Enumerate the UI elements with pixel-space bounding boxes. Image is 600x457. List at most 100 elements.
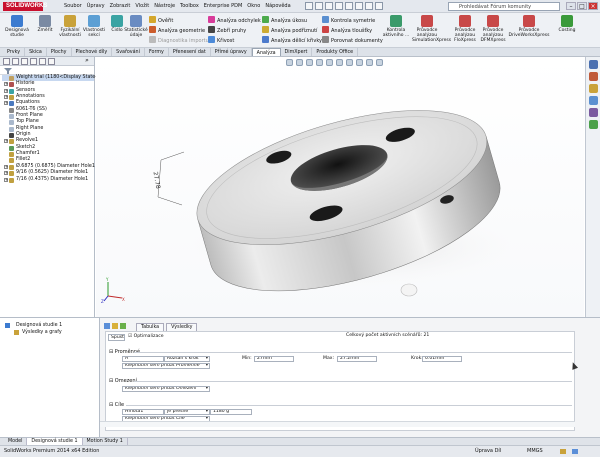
resources-icon[interactable] [588, 60, 598, 69]
menu-item[interactable]: Enterprise PDM [204, 3, 243, 9]
optimize-checkbox[interactable]: ☑ Optimalizace [128, 334, 164, 340]
expand-icon[interactable]: + [4, 82, 8, 87]
ribbon-button[interactable]: Costing [552, 15, 582, 33]
options-icon[interactable] [375, 2, 383, 10]
ribbon-small-button[interactable]: Analýza geometrie [149, 26, 205, 35]
ribbon-small-button[interactable]: Zebří pruhy [208, 26, 246, 35]
command-tab[interactable]: DimXpert [281, 48, 313, 56]
search-input[interactable]: Prohledávat Fórum komunity [448, 2, 560, 11]
ribbon-small-button[interactable]: Kontrola symetrie [322, 16, 375, 25]
command-tab[interactable]: Přímé úpravy [211, 48, 252, 56]
menu-item[interactable]: Soubor [64, 3, 82, 9]
feature-tree-item[interactable]: +7/16 (0.4375) Diameter Hole1 [2, 177, 94, 183]
expand-icon[interactable]: + [4, 101, 8, 106]
rebuild-icon[interactable] [365, 2, 373, 10]
ribbon-button[interactable]: Kontrola aktivního ... [381, 15, 411, 38]
rebuild-icon[interactable] [560, 449, 566, 454]
step-field[interactable]: 0.01mm [422, 356, 462, 362]
section-constraints[interactable]: ⊟ Omezení [109, 378, 137, 384]
undo-icon[interactable] [345, 2, 353, 10]
bottom-tab[interactable]: Motion Study 1 [83, 438, 128, 445]
command-tab[interactable]: Analýza [251, 48, 281, 56]
scene-icon[interactable] [366, 59, 373, 66]
command-tab[interactable]: Skica [25, 48, 47, 56]
appearance-icon[interactable] [356, 59, 363, 66]
close-button[interactable]: × [588, 2, 598, 10]
study-tree-item[interactable]: Výsledky a grafy [0, 329, 99, 336]
ribbon-small-button[interactable]: Analýza tloušťky [322, 26, 372, 35]
filter-icon[interactable] [3, 66, 13, 75]
save-icon[interactable] [325, 2, 333, 10]
max-field[interactable]: 27.2mm [337, 356, 377, 362]
expand-icon[interactable]: + [4, 171, 8, 176]
expand-icon[interactable]: + [4, 177, 8, 182]
menu-item[interactable]: Nástroje [154, 3, 175, 9]
design-library-icon[interactable] [588, 72, 598, 81]
display-tab-icon[interactable] [39, 58, 46, 65]
feature-tree-tab-icon[interactable] [3, 58, 10, 65]
horizontal-scrollbar[interactable] [100, 421, 575, 427]
zoom-to-fit-icon[interactable] [286, 59, 293, 66]
command-tab[interactable]: Prvky [3, 48, 26, 56]
ribbon-small-button[interactable]: Křivost [208, 36, 234, 45]
custom-properties-icon[interactable] [588, 120, 598, 129]
expand-icon[interactable]: + [4, 164, 8, 169]
command-tab[interactable]: Plechové díly [72, 48, 113, 56]
ribbon-small-button[interactable]: Analýza dělicí křivky [262, 36, 322, 45]
ribbon-button[interactable]: Designová studie [4, 15, 30, 38]
menu-item[interactable]: Zobrazit [110, 3, 131, 9]
ribbon-button[interactable]: Průvodce analýzou FloXpress [450, 15, 480, 43]
menu-item[interactable]: Nápověda [265, 3, 290, 9]
minimize-button[interactable]: – [566, 2, 576, 10]
ribbon-small-button[interactable]: Analýza úkosu [262, 16, 307, 25]
view-orientation-icon[interactable] [326, 59, 333, 66]
ribbon-button[interactable]: Průvodce analýzou DFMXpress [478, 15, 508, 43]
expand-icon[interactable]: + [4, 88, 8, 93]
configuration-tab-icon[interactable] [21, 58, 28, 65]
maximize-button[interactable]: □ [577, 2, 587, 10]
open-icon[interactable] [315, 2, 323, 10]
command-tab[interactable]: Přenesení dat [169, 48, 211, 56]
appearances-icon[interactable] [588, 108, 598, 117]
variable-mode-select[interactable]: Rozsah s krok ▾ [164, 356, 210, 362]
study-options-icon[interactable] [112, 323, 118, 329]
select-icon[interactable] [355, 2, 363, 10]
camera-tab-icon[interactable] [48, 58, 55, 65]
study-results-icon[interactable] [120, 323, 126, 329]
goal-mode-select[interactable]: je přesně ▾ [164, 409, 210, 415]
file-explorer-icon[interactable] [588, 84, 598, 93]
menu-item[interactable]: Okno [247, 3, 260, 9]
run-button[interactable]: Spustit [108, 334, 125, 341]
ribbon-button[interactable]: Fyzikální vlastnosti [57, 15, 83, 38]
bottom-tab[interactable]: Model [4, 438, 28, 445]
chevron-right-icon[interactable]: » [85, 58, 92, 65]
menu-item[interactable]: Úpravy [87, 3, 105, 9]
ribbon-small-button[interactable]: Analýza odchylek [208, 16, 261, 25]
section-goals[interactable]: ⊟ Cíle [109, 402, 124, 408]
dimxpert-tab-icon[interactable] [30, 58, 37, 65]
command-tab[interactable]: Svařování [112, 48, 145, 56]
expand-icon[interactable]: + [4, 139, 8, 144]
graphics-area[interactable]: 27.78 [96, 57, 584, 317]
add-variable-row[interactable]: Klepnutím sem přidat Proměnné ▾ [122, 363, 210, 369]
command-tab[interactable]: Produkty Office [312, 48, 359, 56]
previous-view-icon[interactable] [306, 59, 313, 66]
menu-item[interactable]: Vložit [135, 3, 149, 9]
variable-name[interactable]: A [122, 356, 164, 362]
zoom-area-icon[interactable] [296, 59, 303, 66]
study-settings-icon[interactable] [104, 323, 110, 329]
ribbon-small-button[interactable]: Porovnat dokumenty [322, 36, 383, 45]
command-tab[interactable]: Plochy [47, 48, 72, 56]
print-icon[interactable] [335, 2, 343, 10]
status-units[interactable]: MMGS [527, 446, 543, 457]
section-view-icon[interactable] [316, 59, 323, 66]
property-manager-tab-icon[interactable] [12, 58, 19, 65]
min-field[interactable]: 27mm [254, 356, 294, 362]
add-constraint-row[interactable]: Klepnutím sem přidat Omezení ▾ [122, 386, 210, 392]
view-palette-icon[interactable] [588, 96, 598, 105]
ribbon-small-button[interactable]: Analýza podříznutí [262, 26, 317, 35]
expand-icon[interactable]: + [4, 95, 8, 100]
bottom-tab[interactable]: Designová studie 1 [27, 438, 83, 445]
menu-item[interactable]: Toolbox [180, 3, 199, 9]
command-tab[interactable]: Formy [145, 48, 169, 56]
